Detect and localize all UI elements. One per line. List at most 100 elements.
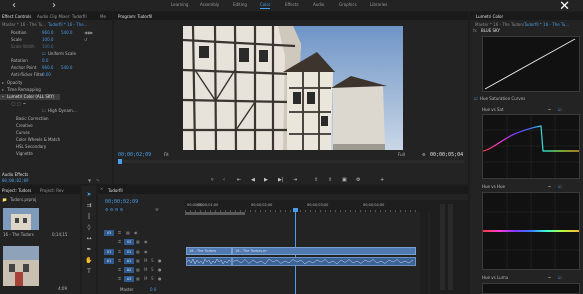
basic-correction-row[interactable]: Basic Correction [0,116,112,122]
reset-icon[interactable]: ↺ [84,37,87,42]
program-monitor-title[interactable]: Program: Tudorfil [118,14,152,19]
sync-lock-icon[interactable]: ▦ [136,239,140,244]
lock-icon[interactable]: ⚿ [118,258,121,263]
clip-thumbnail-2[interactable] [3,246,39,286]
tab-project-rev[interactable]: Project: Rev [40,188,64,193]
lumetri-effect-row[interactable]: ▾ Lumetri Color (ALL SKY) [0,94,60,100]
tab-effect-controls[interactable]: Effect Controls [2,14,31,19]
workspace-tab-assembly[interactable]: Assembly [200,2,219,7]
lumetri-title[interactable]: Lumetri Color [476,14,503,19]
keyframe-icon[interactable]: ◀◆▶ [84,30,93,35]
checkbox-icon[interactable]: ☑ [558,107,562,112]
eye-icon[interactable]: ◉ [134,230,138,235]
eyedropper-icon[interactable]: ✒ [548,107,551,112]
wrench-icon[interactable]: ⚙ [422,152,426,157]
lock-icon[interactable]: ⚿ [118,239,121,244]
lock-icon[interactable]: ⚿ [118,267,121,272]
project-item-row[interactable]: 16 - The Tudors 0;14;15 [0,232,80,238]
track-target-a3[interactable]: A3 [124,276,134,282]
slip-tool-icon[interactable]: ↔ [85,235,93,243]
workspace-tab-libraries[interactable]: Libraries [370,2,387,7]
workspace-tab-editing[interactable]: Editing [233,2,247,7]
workspace-tab-effects[interactable]: Effects [285,2,299,7]
solo-button[interactable]: S [151,267,154,272]
razor-tool-icon[interactable]: ◊ [85,224,93,232]
eye-icon[interactable]: ◉ [144,249,148,254]
sync-lock-icon[interactable]: ▦ [126,230,130,235]
step-forward-icon[interactable]: ▶| [278,177,284,183]
sync-lock-icon[interactable]: ▦ [136,276,140,281]
track-select-icon[interactable]: ⇉ [85,202,93,210]
lumetri-preset[interactable]: BLUE SKY [481,28,500,33]
solo-button[interactable]: S [151,276,154,281]
resolution-dropdown[interactable]: Full [398,152,405,157]
timeline-scrollbar[interactable] [420,200,428,294]
fit-dropdown[interactable]: Fit [164,152,169,157]
eyedropper-icon[interactable]: ✒ [548,275,551,280]
mute-button[interactable]: M [144,267,147,272]
tab-metadata[interactable]: Me [100,14,106,19]
sync-lock-icon[interactable]: ▦ [136,258,140,263]
snap-icon[interactable]: ⚙ ⚙ ⚙ ⚙ [105,207,123,212]
workspace-tab-color[interactable]: Color [260,2,271,9]
effect-toggle-icon[interactable]: fx [473,28,477,33]
mic-icon[interactable]: ● [158,276,162,281]
audio-clip-a[interactable] [186,257,232,266]
timeline-timecode[interactable]: 00;00;02;09 [105,199,138,205]
video-clip-a[interactable]: 16 - The Tudors [186,247,232,255]
play-icon[interactable]: ▶ [264,177,268,183]
vignette-row[interactable]: Vignette [0,151,112,157]
mic-icon[interactable]: ● [158,267,162,272]
creative-row[interactable]: Creative [0,123,112,129]
close-tab-icon[interactable]: × [100,186,103,191]
pen-tool-icon[interactable]: ✒ [85,246,93,254]
step-back-icon[interactable]: ◀ [251,177,255,183]
mark-out-icon[interactable]: ‹ [223,177,225,183]
rgb-curve-preview[interactable] [482,36,580,92]
tab-audio-clip-mixer[interactable]: Audio Clip Mixer: Tudorfil [37,14,87,19]
checkbox-icon[interactable]: ☑ [558,184,562,189]
scrubber-bar[interactable] [118,160,464,163]
add-button-icon[interactable]: + [380,177,384,183]
source-a1[interactable]: A1 [104,258,114,264]
lumetri-clip-label[interactable]: Tudorfil * 16 - The Tu... [524,22,569,27]
lock-icon[interactable]: ⚿ [118,276,121,281]
video-clip-b[interactable]: 16 - The Tudors.m [232,247,416,255]
solo-button[interactable]: S [151,258,154,263]
sync-lock-icon[interactable]: ▦ [136,267,140,272]
position-x-value[interactable]: 960.0 [42,30,53,35]
extract-icon[interactable]: ⇪ [328,177,332,183]
source-v1[interactable]: V1 [104,249,114,255]
clip-label[interactable]: Tudorfil * 16 - The... [48,22,88,27]
settings-icon[interactable]: ⚙ [356,177,360,183]
chevron-right-icon[interactable]: ▸ [2,80,4,85]
mark-in-icon[interactable]: ▿ [211,177,214,183]
anchor-x-value[interactable]: 960.0 [42,65,53,70]
rotation-value[interactable]: 0.0 [42,58,48,63]
pen-mask-icon[interactable]: ✒ [23,101,26,106]
hue-sat-section-row[interactable]: ☑ Hue Saturation Curves [470,96,583,102]
antiflicker-value[interactable]: 0.00 [42,72,51,77]
wrench-icon[interactable]: ⚒ [155,207,159,212]
chevron-right-icon[interactable]: ▸ [2,87,4,92]
workspace-tab-graphics[interactable]: Graphics [339,2,357,7]
lock-icon[interactable]: ⚿ [118,230,121,235]
export-frame-icon[interactable]: ▣ [342,177,347,183]
hue-vs-luma-curve[interactable] [482,283,580,294]
sync-lock-icon[interactable]: ▦ [136,249,140,254]
checkbox-icon[interactable]: ☑ [42,51,46,56]
lift-icon[interactable]: ⇧ [314,177,318,183]
track-target-v3[interactable]: V3 [104,230,114,236]
rect-mask-icon[interactable]: □ [17,101,21,106]
hue-vs-hue-curve[interactable] [482,192,580,270]
mic-icon[interactable]: ● [158,258,162,263]
eyedropper-icon[interactable]: ✒ [548,184,551,189]
track-target-v2[interactable]: V2 [124,239,134,245]
hue-vs-sat-curve[interactable] [482,114,580,179]
forward-arrow-icon[interactable]: › [52,1,56,11]
master-track-value[interactable]: 0.0 [150,287,156,292]
anchor-y-value[interactable]: 540.0 [61,65,72,70]
ec-timecode[interactable]: 00;00;02;09 [2,178,29,183]
time-ruler[interactable]: 00;00;00 00;00;01;00 00;00;02;00 00;00;0… [185,200,430,212]
clip-thumbnail[interactable] [3,208,39,230]
